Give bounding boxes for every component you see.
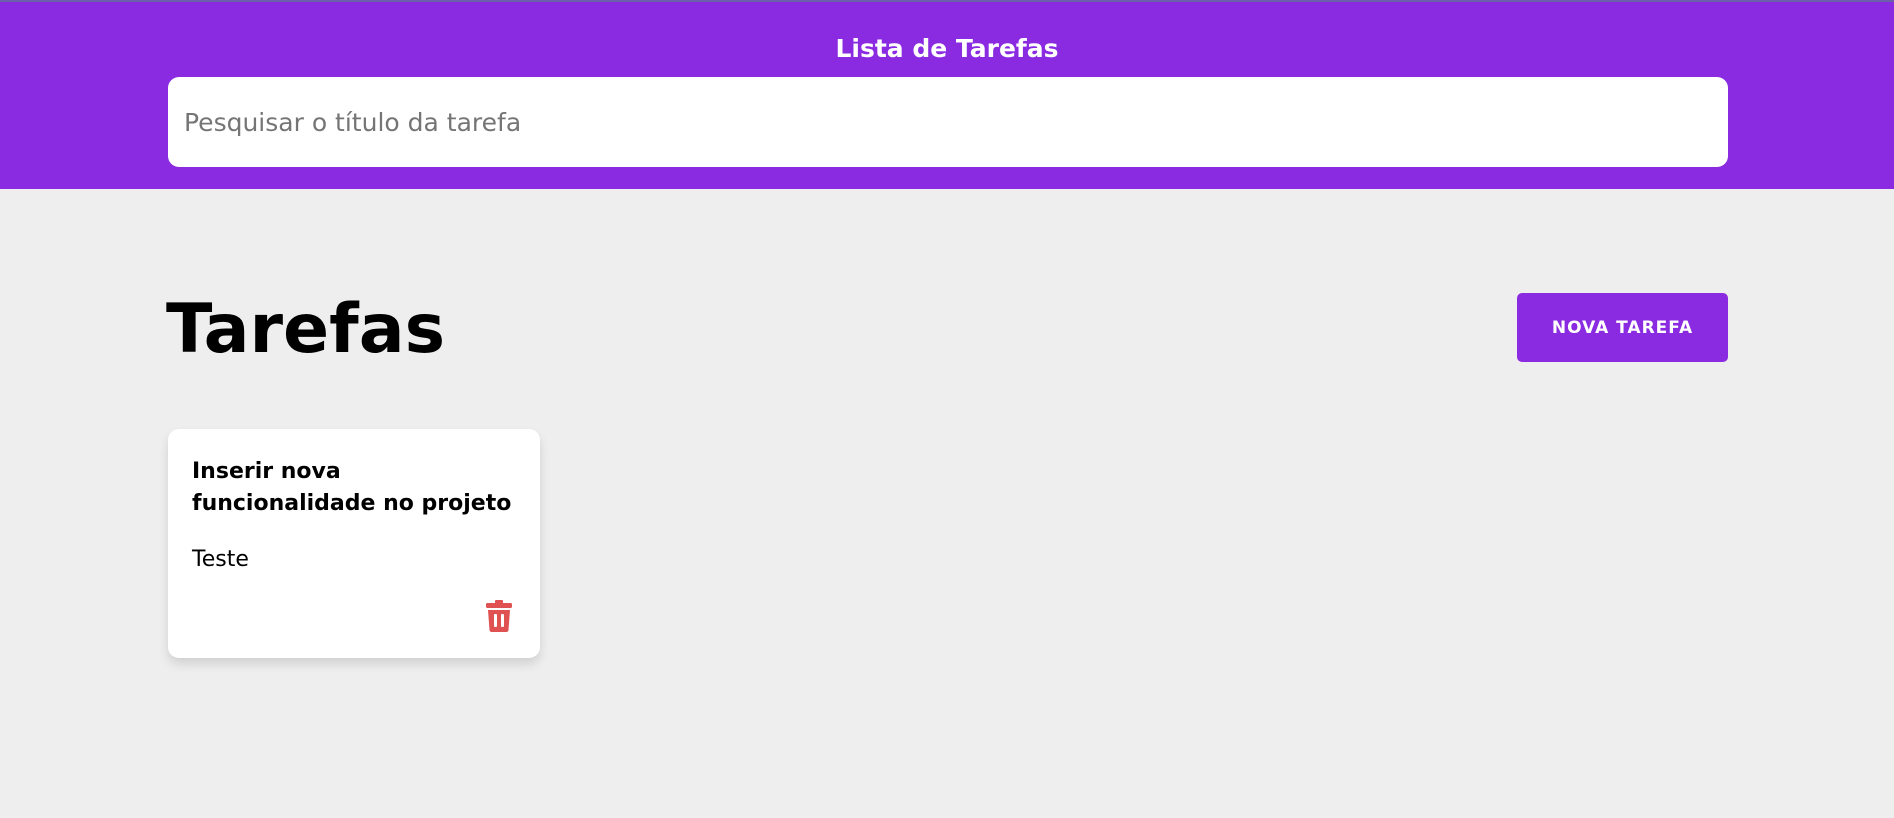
delete-task-button[interactable] (479, 597, 519, 637)
task-card: Inserir nova funcionalidade no projeto T… (168, 429, 540, 658)
new-task-button[interactable]: NOVA TAREFA (1517, 293, 1728, 362)
trash-icon (486, 599, 512, 635)
app-title: Lista de Tarefas (835, 34, 1059, 63)
page-title: Tarefas (166, 290, 446, 369)
search-input[interactable] (168, 77, 1728, 167)
task-title: Inserir nova funcionalidade no projeto (192, 459, 512, 516)
task-description: Teste (192, 547, 249, 572)
app-header: Lista de Tarefas (0, 0, 1894, 189)
